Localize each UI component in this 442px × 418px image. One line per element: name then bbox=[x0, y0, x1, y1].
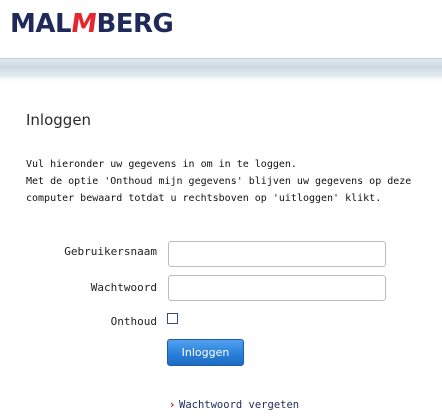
login-button[interactable]: Inloggen bbox=[167, 339, 244, 366]
intro-text: Vul hieronder uw gegevens in om in te lo… bbox=[26, 156, 436, 207]
username-field[interactable] bbox=[168, 241, 386, 267]
page-title: Inloggen bbox=[26, 111, 92, 129]
intro-line-3: computer bewaard totdat u rechtsboven op… bbox=[26, 193, 382, 204]
password-label: Wachtwoord bbox=[90, 281, 157, 294]
logo-mark-icon: M bbox=[68, 9, 99, 39]
intro-line-1: Vul hieronder uw gegevens in om in te lo… bbox=[26, 159, 297, 170]
header: MALMBERG bbox=[0, 0, 442, 58]
header-bar bbox=[0, 58, 442, 77]
remember-label: Onthoud bbox=[110, 315, 157, 328]
remember-checkbox[interactable] bbox=[167, 313, 178, 324]
malmberg-logo[interactable]: MALMBERG bbox=[10, 7, 174, 41]
chevron-right-icon: › bbox=[170, 398, 175, 411]
logo-text-left: MAL bbox=[10, 9, 72, 39]
username-label: Gebruikersnaam bbox=[64, 245, 157, 258]
logo-text-right: BERG bbox=[96, 9, 174, 39]
forgot-password-link[interactable]: Wachtwoord vergeten bbox=[179, 399, 299, 411]
intro-line-2: Met de optie 'Onthoud mijn gegevens' bli… bbox=[26, 176, 412, 187]
header-bar-shadow bbox=[0, 77, 442, 81]
password-field[interactable] bbox=[168, 275, 386, 301]
